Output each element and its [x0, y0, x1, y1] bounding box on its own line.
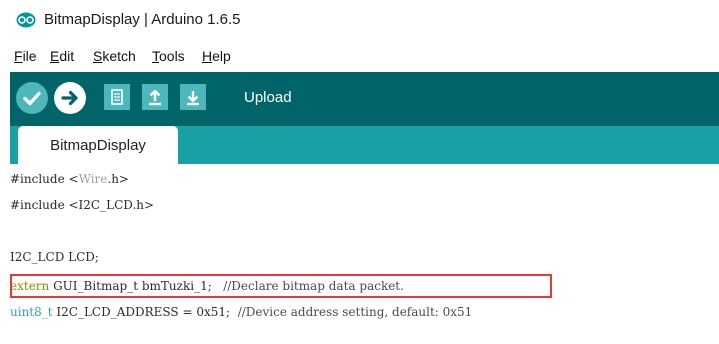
menu-sketch[interactable]: Sketch — [93, 48, 136, 64]
toolbar-hover-label: Upload — [244, 89, 292, 106]
code-line-5: uint8_t I2C_LCD_ADDRESS = 0x51; //Device… — [10, 305, 473, 319]
open-icon — [149, 89, 161, 106]
menu-bar: File Edit Sketch Tools Help — [0, 40, 719, 72]
highlight-annotation-box — [10, 274, 552, 298]
new-icon — [111, 89, 123, 105]
upload-button[interactable] — [54, 82, 86, 114]
new-button[interactable] — [104, 84, 130, 110]
code-line-1: #include <Wire.h> — [10, 172, 129, 186]
menu-tools[interactable]: Tools — [152, 48, 185, 64]
menu-file[interactable]: File — [14, 48, 37, 64]
menu-edit[interactable]: Edit — [50, 48, 74, 64]
verify-button[interactable] — [16, 82, 48, 114]
window-title: BitmapDisplay | Arduino 1.6.5 — [44, 11, 241, 28]
verify-icon — [23, 91, 41, 106]
toolbar: Upload — [10, 72, 719, 126]
open-button[interactable] — [142, 84, 168, 110]
save-icon — [187, 91, 199, 106]
title-bar: BitmapDisplay | Arduino 1.6.5 — [0, 0, 719, 40]
code-line-2: #include <I2C_LCD.h> — [10, 198, 155, 212]
tab-bitmapdisplay[interactable]: BitmapDisplay — [18, 126, 178, 164]
upload-icon — [61, 90, 78, 106]
save-button[interactable] — [180, 84, 206, 110]
code-line-3: I2C_LCD LCD; — [10, 250, 99, 264]
tab-bar: BitmapDisplay — [10, 126, 719, 164]
menu-help[interactable]: Help — [202, 48, 231, 64]
arduino-logo-icon — [16, 12, 36, 28]
